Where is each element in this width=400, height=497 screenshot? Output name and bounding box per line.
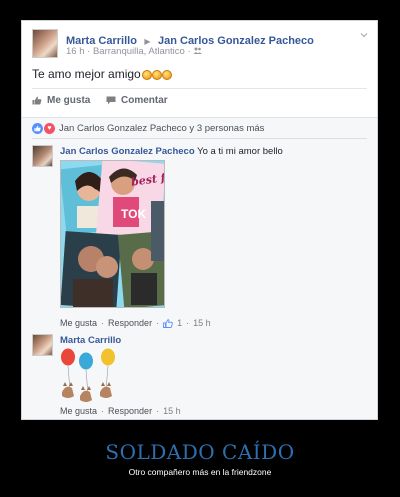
balloon-animals-sticker-icon[interactable] bbox=[58, 348, 120, 404]
avatar[interactable] bbox=[32, 29, 58, 58]
separator: · bbox=[156, 318, 160, 328]
separator: · bbox=[101, 318, 105, 328]
love-reaction-icon: ♥ bbox=[44, 123, 55, 134]
avatar[interactable] bbox=[32, 145, 53, 167]
like-reaction-icon bbox=[32, 123, 43, 134]
like-button[interactable]: Me gusta bbox=[32, 95, 90, 106]
arrow-icon: ▶ bbox=[144, 37, 151, 46]
comment-like-count[interactable]: 1 bbox=[177, 318, 182, 328]
grin-emoji-icon bbox=[151, 70, 162, 80]
facebook-post-card: Marta Carrillo ▶ Jan Carlos Gonzalez Pac… bbox=[21, 20, 378, 420]
comment-reply-link[interactable]: Responder bbox=[108, 406, 152, 416]
comment-author-link[interactable]: Marta Carrillo bbox=[60, 335, 121, 346]
comment-author-link[interactable]: Jan Carlos Gonzalez Pacheco bbox=[60, 146, 195, 157]
separator: · bbox=[156, 406, 160, 416]
thumbs-up-icon bbox=[32, 96, 42, 105]
comment-text-line: Marta Carrillo bbox=[60, 335, 121, 346]
caption-subtitle: Otro compañero más en la friendzone bbox=[128, 467, 272, 477]
avatar[interactable] bbox=[32, 334, 53, 356]
thumbs-up-icon bbox=[163, 318, 173, 328]
comment-like-link[interactable]: Me gusta bbox=[60, 406, 97, 416]
post-text-content: Te amo mejor amigo bbox=[32, 67, 141, 81]
reactions-summary: Jan Carlos Gonzalez Pacheco y 3 personas… bbox=[59, 123, 265, 134]
comment-time[interactable]: 15 h bbox=[193, 318, 211, 328]
comment-text-line: Jan Carlos Gonzalez Pacheco Yo a ti mi a… bbox=[60, 146, 283, 157]
comment-reply-link[interactable]: Responder bbox=[108, 318, 152, 328]
grin-emoji-icon bbox=[161, 70, 172, 80]
post-location[interactable]: · Barranquilla, Atlantico · bbox=[87, 46, 191, 57]
comment-label: Comentar bbox=[121, 95, 168, 106]
caption-title: SOLDADO CAÍDO bbox=[105, 440, 295, 464]
divider bbox=[32, 88, 367, 89]
post-time[interactable]: 16 h bbox=[66, 46, 85, 57]
friends-icon bbox=[193, 46, 203, 57]
comment-icon bbox=[106, 96, 116, 105]
like-label: Me gusta bbox=[47, 95, 91, 106]
post-meta: 16 h · Barranquilla, Atlantico · bbox=[66, 46, 203, 57]
photo-overlay-text: TOK bbox=[121, 207, 147, 221]
comment-time[interactable]: 15 h bbox=[163, 406, 181, 416]
comment-like-link[interactable]: Me gusta bbox=[60, 318, 97, 328]
comment-photo[interactable]: best fr TOK bbox=[60, 160, 165, 308]
chevron-down-icon[interactable] bbox=[360, 31, 368, 39]
divider bbox=[32, 138, 367, 139]
separator: · bbox=[186, 318, 190, 328]
separator: · bbox=[101, 406, 105, 416]
comment-text: Yo a ti mi amor bello bbox=[197, 146, 283, 157]
comment-actions: Me gusta · Responder · 1 · 15 h bbox=[60, 318, 211, 328]
grin-emoji-icon bbox=[141, 70, 152, 80]
comment-actions: Me gusta · Responder · 15 h bbox=[60, 406, 181, 416]
comment-button[interactable]: Comentar bbox=[106, 95, 168, 106]
post-text: Te amo mejor amigo bbox=[32, 67, 172, 83]
emoji-row bbox=[141, 69, 172, 83]
reactions-bar[interactable]: ♥ Jan Carlos Gonzalez Pacheco y 3 person… bbox=[32, 123, 264, 134]
